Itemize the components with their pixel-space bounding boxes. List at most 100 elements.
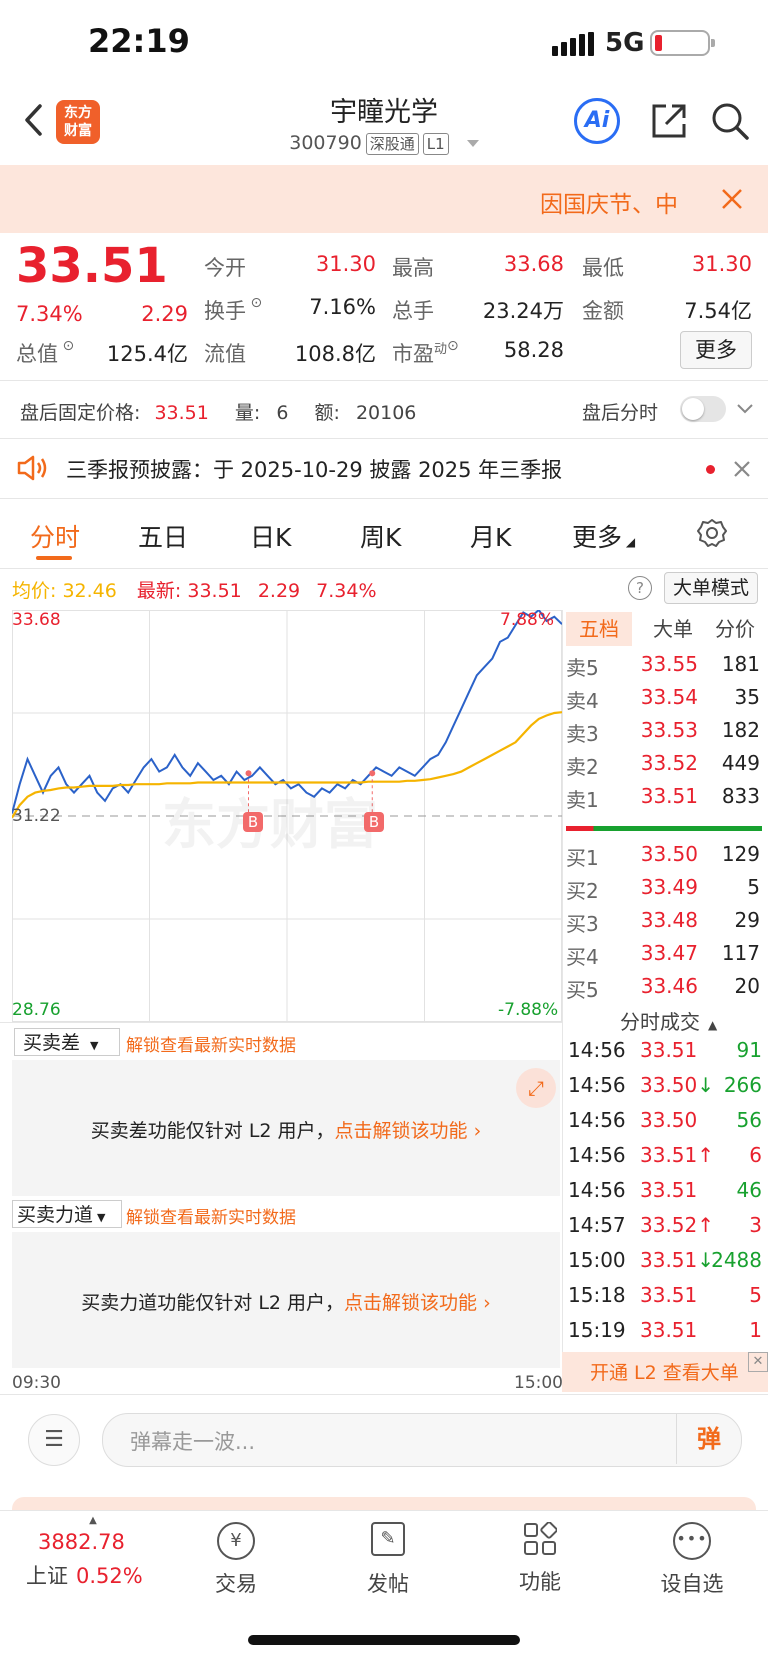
trade-volume: 91 [736, 1038, 762, 1062]
bid-label: 买2 [566, 879, 599, 903]
chart-info-row: 均价: 32.46 最新: 33.51 2.29 7.34% [12, 576, 377, 603]
unlock-hint[interactable]: 解锁查看最新实时数据 [126, 1031, 296, 1056]
latest-pct: 7.34% [316, 580, 377, 602]
unlock-link[interactable]: 点击解锁该功能 [335, 1120, 468, 1142]
battery-icon [650, 30, 715, 56]
l2-banner-text[interactable]: 开通 L2 查看大单 [590, 1358, 739, 1385]
volume-label: 总手 [392, 299, 434, 323]
float-value: 108.8亿 [294, 342, 376, 366]
after-hours-price: 33.51 [154, 402, 209, 424]
unlock-hint[interactable]: 解锁查看最新实时数据 [126, 1203, 296, 1228]
bid-price: 33.49 [640, 875, 698, 899]
bid-volume: 5 [747, 875, 760, 899]
nav-trade[interactable]: ¥ 交易 [186, 1522, 286, 1598]
unread-dot [706, 465, 715, 474]
trade-volume: 266 [723, 1073, 762, 1097]
help-icon[interactable]: ? [628, 576, 652, 600]
close-icon[interactable] [721, 188, 743, 210]
trade-volume: 1 [749, 1318, 762, 1342]
close-icon[interactable]: ✕ [748, 1352, 768, 1372]
chevron-right-icon: › [477, 1292, 491, 1314]
after-hours-amt: 20106 [355, 402, 417, 424]
low-label: 最低 [582, 256, 624, 280]
ask-price: 33.52 [640, 751, 698, 775]
change-amt: 2.29 [141, 302, 188, 326]
expand-icon[interactable]: ⤢ [516, 1068, 556, 1108]
trade-time: 14:56 [568, 1143, 626, 1167]
turnover-value: 7.16% [309, 295, 376, 319]
mcap-label: 总值 ⊙ [16, 338, 75, 366]
chevron-right-icon: › [467, 1120, 482, 1142]
avg-value: 32.46 [62, 580, 117, 602]
settings-gear-icon[interactable] [697, 518, 727, 548]
nav-add-watchlist[interactable]: ••• 设自选 [642, 1522, 742, 1598]
big-order-mode-button[interactable]: 大单模式 [664, 572, 758, 604]
trade-volume: 2488 [711, 1248, 762, 1272]
time-end-label: 15:00 [514, 1373, 563, 1393]
tab-intraday[interactable]: 分时 [30, 518, 80, 554]
tab-monthly-k[interactable]: 月K [470, 518, 511, 554]
trade-time: 14:56 [568, 1178, 626, 1202]
trade-time: 14:56 [568, 1108, 626, 1132]
share-icon[interactable] [650, 102, 688, 140]
announcement-text[interactable]: 三季报预披露：于 2025-10-29 披露 2025 年三季报 [66, 454, 562, 484]
yen-exchange-icon: ¥ [217, 1522, 255, 1560]
more-button[interactable]: 更多 [680, 331, 752, 369]
after-hours-toggle[interactable] [680, 396, 726, 422]
status-time: 22:19 [88, 22, 190, 60]
book-tab-price[interactable]: 分价 [706, 612, 764, 646]
section-divider [12, 1497, 756, 1511]
bid-price: 33.48 [640, 908, 698, 932]
info-icon: ⊙ [447, 338, 459, 354]
info-icon: ⊙ [58, 338, 75, 354]
unlock-link[interactable]: 点击解锁该功能 [344, 1292, 477, 1314]
index-ticker[interactable]: ▲ 3882.78 上证 0.52% [26, 1515, 160, 1605]
nav-function[interactable]: 功能 [490, 1521, 590, 1596]
after-hours-row: 盘后固定价格: 33.51 量: 6 额: 20106 [20, 398, 416, 425]
float-label: 流值 [204, 342, 246, 366]
trades-title[interactable]: 分时成交 ▲ [620, 1006, 717, 1035]
high-value: 33.68 [503, 252, 564, 276]
high-label: 最高 [392, 256, 434, 280]
book-tab-big[interactable]: 大单 [640, 612, 706, 646]
level-badge: L1 [422, 133, 449, 155]
tab-daily-k[interactable]: 日K [250, 518, 291, 554]
nav-post[interactable]: ✎ 发帖 [338, 1522, 438, 1598]
after-hours-amt-label: 额: [314, 402, 340, 424]
index-value: 3882.78 [38, 1530, 125, 1554]
book-tab-five[interactable]: 五档 [566, 612, 632, 646]
tab-weekly-k[interactable]: 周K [360, 518, 401, 554]
info-icon: ⊙ [246, 295, 263, 311]
trade-volume: 6 [749, 1143, 762, 1167]
buy-sell-force-select[interactable]: 买卖力道 ▼ [12, 1200, 122, 1228]
tab-more[interactable]: 更多 ◢ [572, 518, 635, 554]
search-icon[interactable] [710, 101, 750, 141]
bid-price: 33.46 [640, 974, 698, 998]
latest-label: 最新: [136, 580, 182, 602]
tab-five-day[interactable]: 五日 [138, 518, 188, 554]
marker-dot [369, 770, 376, 777]
after-hours-qty: 6 [276, 402, 289, 424]
danmu-toggle[interactable]: 弹 [676, 1414, 741, 1464]
open-label: 今开 [204, 256, 246, 280]
locked-message-2: 买卖力道功能仅针对 L2 用户，点击解锁该功能 › [81, 1292, 491, 1314]
after-hours-toggle-label: 盘后分时 [582, 402, 659, 424]
trade-time: 14:57 [568, 1213, 626, 1237]
trade-volume: 3 [749, 1213, 762, 1237]
notice-text[interactable]: 因国庆节、中 [540, 185, 678, 219]
latest-value: 33.51 [187, 580, 242, 602]
network-label: 5G [605, 28, 645, 58]
comment-list-icon[interactable]: ☰ [28, 1414, 80, 1466]
ai-button[interactable]: Ai [574, 98, 620, 144]
pe-value: 58.28 [503, 338, 564, 362]
buy-sell-diff-select[interactable]: 买卖差 ▼ [14, 1028, 120, 1056]
after-hours-label: 盘后固定价格: [20, 402, 141, 424]
chevron-down-icon[interactable] [736, 402, 754, 416]
edit-icon: ✎ [371, 1522, 405, 1556]
buy-marker[interactable]: B [364, 812, 384, 832]
ask-price: 33.53 [640, 718, 698, 742]
buy-marker[interactable]: B [243, 812, 263, 832]
close-announcement-icon[interactable] [733, 460, 751, 478]
time-start-label: 09:30 [12, 1373, 61, 1393]
ask-price: 33.54 [640, 685, 698, 709]
